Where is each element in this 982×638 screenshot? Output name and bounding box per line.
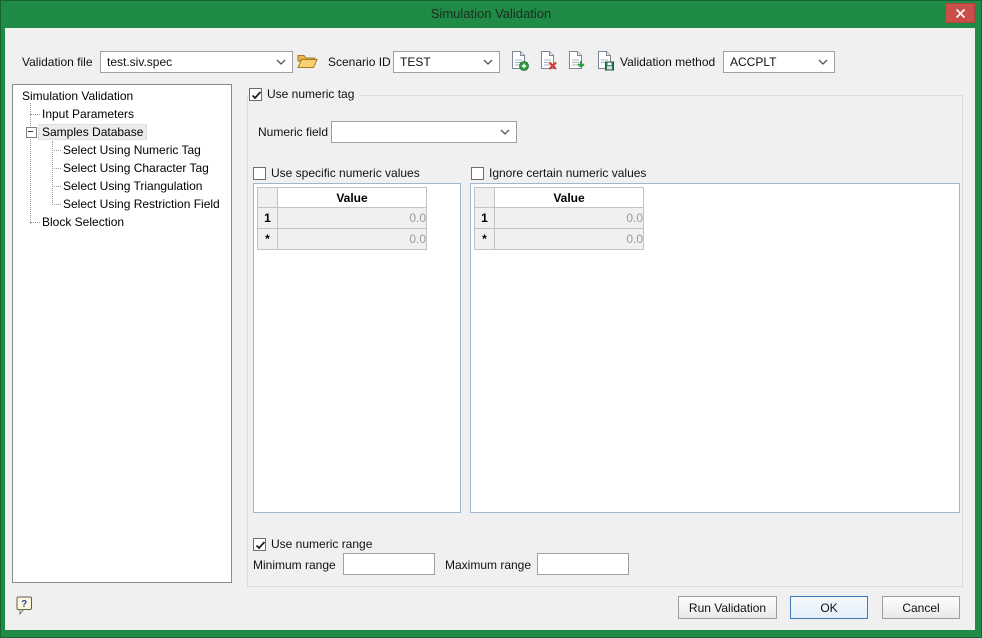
scenario-id-label: Scenario ID [328,55,391,69]
table-corner-cell [258,188,278,208]
checkbox-unchecked-icon [253,167,266,180]
chevron-down-icon [818,59,828,65]
import-scenario-button[interactable] [566,50,586,72]
use-specific-numeric-values-checkbox[interactable]: Use specific numeric values [253,166,425,180]
new-document-icon [510,50,529,71]
validation-method-label: Validation method [620,55,715,69]
row-header: * [475,229,495,250]
tree-item-select-using-numeric-tag[interactable]: Select Using Numeric Tag [63,141,201,159]
tree-guide-line [52,204,61,205]
validation-method-combobox[interactable]: ACCPLT [723,51,835,73]
import-document-icon [567,50,586,71]
save-document-icon [596,50,615,71]
window-title: Simulation Validation [0,6,982,21]
numeric-field-combobox[interactable] [331,121,517,143]
ignore-certain-numeric-values-checkbox[interactable]: Ignore certain numeric values [471,166,651,180]
specific-values-table-panel[interactable]: Value 1 0.0 * 0.0 [253,183,461,513]
value-cell[interactable]: 0.0 [495,229,644,250]
tree-item-block-selection[interactable]: Block Selection [42,213,124,231]
use-numeric-tag-checkbox[interactable]: Use numeric tag [249,87,359,101]
table-row[interactable]: 1 0.0 [475,208,644,229]
value-cell[interactable]: 0.0 [495,208,644,229]
tree-guide-line [52,150,61,151]
tree-guide-line [52,168,61,169]
row-header: 1 [475,208,495,229]
ignore-values-table-panel[interactable]: Value 1 0.0 * 0.0 [470,183,960,513]
chevron-down-icon [500,129,510,135]
simulation-validation-dialog: Simulation Validation Validation file te… [0,0,982,638]
delete-document-icon [539,50,558,71]
tree-item-simulation-validation[interactable]: Simulation Validation [22,87,133,105]
ignore-values-table: Value 1 0.0 * 0.0 [474,187,644,250]
use-numeric-range-checkbox[interactable]: Use numeric range [253,537,377,551]
titlebar[interactable]: Simulation Validation [0,0,982,28]
tree-item-select-using-restriction-field[interactable]: Select Using Restriction Field [63,195,220,213]
table-row[interactable]: 1 0.0 [258,208,427,229]
close-icon [955,8,966,19]
validation-file-combobox[interactable]: test.siv.spec [100,51,293,73]
tree-guide-line [30,103,31,224]
validation-file-label: Validation file [22,55,93,69]
chevron-down-icon [276,59,286,65]
dialog-content: Validation file test.siv.spec Scenario I… [5,28,975,630]
collapse-expander-icon[interactable] [26,127,37,138]
scenario-id-value: TEST [394,55,483,69]
ok-button[interactable]: OK [790,596,868,619]
checkbox-checked-icon [253,538,266,551]
scenario-id-combobox[interactable]: TEST [393,51,500,73]
tree-item-select-using-triangulation[interactable]: Select Using Triangulation [63,177,202,195]
validation-method-value: ACCPLT [724,55,818,69]
specific-values-table: Value 1 0.0 * 0.0 [257,187,427,250]
table-row[interactable]: * 0.0 [475,229,644,250]
row-header: 1 [258,208,278,229]
tree-item-select-using-character-tag[interactable]: Select Using Character Tag [63,159,209,177]
maximum-range-label: Maximum range [445,558,531,572]
value-column-header: Value [278,188,427,208]
tree-guide-line [52,186,61,187]
navigation-tree[interactable]: Simulation Validation Input Parameters S… [12,84,232,583]
svg-text:?: ? [21,599,27,610]
help-button[interactable]: ? [16,596,34,616]
row-header: * [258,229,278,250]
checkbox-unchecked-icon [471,167,484,180]
table-row[interactable]: * 0.0 [258,229,427,250]
validation-file-value: test.siv.spec [101,55,276,69]
minimum-range-input[interactable] [343,553,435,575]
save-scenario-button[interactable] [595,50,615,72]
numeric-field-label: Numeric field [258,125,328,139]
open-folder-icon [297,52,318,69]
table-corner-cell [475,188,495,208]
value-cell[interactable]: 0.0 [278,208,427,229]
tree-guide-line [30,222,40,223]
value-cell[interactable]: 0.0 [278,229,427,250]
delete-scenario-button[interactable] [538,50,558,72]
tree-guide-line [30,114,40,115]
tree-item-input-parameters[interactable]: Input Parameters [42,105,134,123]
maximum-range-input[interactable] [537,553,629,575]
chevron-down-icon [483,59,493,65]
checkbox-checked-icon [249,88,262,101]
run-validation-button[interactable]: Run Validation [678,596,777,619]
tree-item-samples-database[interactable]: Samples Database [42,123,146,141]
new-scenario-button[interactable] [509,50,529,72]
open-file-button[interactable] [296,52,318,72]
value-column-header: Value [495,188,644,208]
cancel-button[interactable]: Cancel [882,596,960,619]
help-balloon-icon: ? [16,596,34,616]
minimum-range-label: Minimum range [253,558,336,572]
close-button[interactable] [945,3,975,23]
